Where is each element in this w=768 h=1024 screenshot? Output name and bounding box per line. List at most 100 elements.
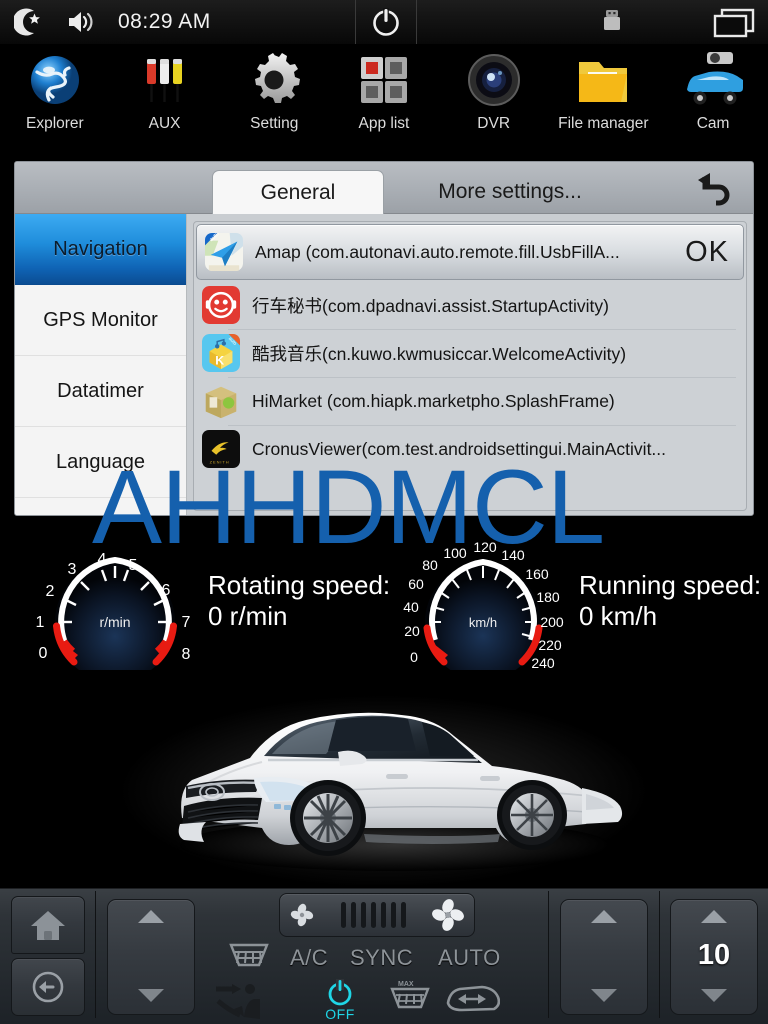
fan-large-icon — [432, 899, 464, 931]
amap-icon: auto — [205, 233, 243, 271]
climate-control-bar: A/C SYNC AUTO MAX OFF 10 — [0, 885, 768, 1024]
svg-text:160: 160 — [525, 566, 549, 582]
svg-text:240: 240 — [531, 655, 555, 670]
rpm-readout: Rotating speed: 0 r/min — [208, 522, 390, 631]
volume-icon[interactable] — [66, 8, 96, 36]
power-icon — [373, 8, 399, 36]
fan-tick — [370, 902, 376, 928]
kuwo-icon: K auto — [202, 334, 240, 372]
back-arrow-icon — [698, 173, 730, 206]
mid-rocker[interactable] — [560, 898, 648, 1015]
list-item[interactable]: 行车秘书(com.dpadnavi.assist.StartupActivity… — [194, 281, 746, 329]
app-shortcut-setting[interactable]: Setting — [220, 44, 328, 133]
gauge-area: 0 1 2 3 4 5 6 7 8 r/min Rotating speed: … — [0, 516, 768, 681]
power-button[interactable] — [355, 0, 417, 44]
sidebar-item-label: Navigation — [53, 237, 148, 260]
front-defrost-max-icon[interactable]: MAX — [388, 977, 434, 1018]
sidebar-item-label: Language — [56, 450, 145, 473]
sidebar-item-datatimer[interactable]: Datatimer — [15, 356, 186, 427]
temp-up-icon[interactable] — [138, 909, 164, 923]
back-button[interactable] — [10, 957, 85, 1016]
speed-dial: 0 20 40 60 80 100 120 140 160 180 200 22… — [403, 539, 564, 670]
clock-time: 08:29 AM — [118, 10, 211, 33]
svg-text:120: 120 — [473, 539, 497, 555]
sidebar-item-label: Datatimer — [57, 379, 144, 402]
list-item[interactable]: ZENITH CronusViewer(com.test.androidsett… — [194, 425, 746, 473]
svg-text:4: 4 — [98, 551, 107, 568]
svg-text:100: 100 — [443, 545, 467, 561]
list-item[interactable]: HiMarket (com.hiapk.marketpho.SplashFram… — [194, 377, 746, 425]
app-shortcut-cam[interactable]: Cam — [659, 44, 767, 133]
auto-button[interactable]: AUTO — [438, 945, 501, 971]
fan-tick — [390, 902, 396, 928]
himarket-icon — [205, 386, 237, 419]
recirculation-icon[interactable] — [444, 981, 501, 1020]
tab-general[interactable]: General — [212, 170, 384, 215]
sidebar-item-gps-monitor[interactable]: GPS Monitor — [15, 285, 186, 356]
app-shortcut-dvr[interactable]: DVR — [440, 44, 548, 133]
fan-tick — [340, 902, 346, 928]
list-item-label: Amap (com.autonavi.auto.remote.fill.UsbF… — [255, 241, 620, 262]
left-temp-rocker[interactable] — [107, 898, 195, 1015]
app-shortcut-app-list[interactable]: App list — [330, 44, 438, 133]
speed-value: 0 km/h — [579, 600, 658, 631]
svg-text:80: 80 — [422, 557, 438, 573]
sync-button[interactable]: SYNC — [350, 945, 413, 971]
fan-speed-slider[interactable] — [279, 893, 475, 937]
app-shortcut-explorer[interactable]: Explorer — [1, 44, 109, 133]
list-item-label: CronusViewer(com.test.androidsettingui.M… — [252, 438, 667, 459]
nav-key-group — [0, 885, 95, 1024]
svg-text:220: 220 — [538, 637, 562, 653]
windows-stack-icon[interactable] — [712, 8, 756, 38]
camera-lens-icon — [467, 54, 520, 106]
mid-rocker-cell — [549, 885, 659, 1024]
app-shortcut-file-manager[interactable]: File manager — [549, 44, 657, 133]
rpm-label: Rotating speed: — [208, 570, 391, 600]
svg-text:MAX: MAX — [398, 981, 414, 988]
mid-up-icon[interactable] — [591, 909, 617, 923]
back-circle-icon — [32, 971, 63, 1002]
ac-button[interactable]: A/C — [290, 945, 328, 971]
fan-level-ticks[interactable] — [340, 902, 406, 928]
speed-gauge: 0 20 40 60 80 100 120 140 160 180 200 22… — [400, 522, 761, 670]
sidebar-item-language[interactable]: Language — [15, 427, 186, 498]
app-shortcut-label: Cam — [696, 115, 730, 132]
volume-down-icon[interactable] — [701, 988, 727, 1002]
svg-text:1: 1 — [36, 614, 45, 631]
volume-up-icon[interactable] — [701, 909, 727, 923]
mid-down-icon[interactable] — [591, 988, 617, 1002]
app-shortcut-label: App list — [358, 115, 410, 132]
rear-defrost-icon[interactable] — [228, 941, 270, 976]
home-button[interactable] — [10, 895, 85, 954]
status-bar: 08:29 AM — [0, 0, 768, 44]
settings-dialog: General More settings... Navigation GPS … — [14, 161, 754, 516]
app-shortcut-aux[interactable]: AUX — [111, 44, 219, 133]
rpm-gauge: 0 1 2 3 4 5 6 7 8 r/min Rotating speed: … — [26, 522, 390, 670]
list-item[interactable]: K auto 酷我音乐(cn.kuwo.kwmusiccar.WelcomeAc… — [194, 329, 746, 377]
home-icon — [30, 910, 65, 940]
svg-text:K: K — [215, 353, 224, 367]
tab-general-label: General — [260, 181, 336, 204]
ok-button[interactable]: OK — [677, 236, 735, 269]
svg-text:0: 0 — [39, 645, 48, 662]
fan-tick — [380, 902, 386, 928]
moon-star-icon — [14, 7, 44, 37]
fan-small-icon — [290, 903, 314, 927]
airflow-seat-icon[interactable] — [214, 981, 270, 1024]
rpm-value: 0 r/min — [208, 600, 288, 631]
right-temp-rocker-cell: 10 — [660, 885, 768, 1024]
sidebar-item-navigation[interactable]: Navigation — [15, 214, 186, 285]
list-item-label: HiMarket (com.hiapk.marketpho.SplashFram… — [252, 390, 615, 411]
list-item[interactable]: auto Amap (com.autonavi.auto.remote.fill… — [196, 224, 744, 280]
app-list[interactable]: auto Amap (com.autonavi.auto.remote.fill… — [193, 221, 747, 511]
climate-power-button[interactable]: OFF — [316, 977, 364, 1022]
tab-more-settings[interactable]: More settings... — [395, 170, 625, 214]
svg-text:8: 8 — [182, 646, 191, 663]
svg-text:20: 20 — [404, 623, 420, 639]
temp-down-icon[interactable] — [138, 988, 164, 1002]
speed-readout: Running speed: 0 km/h — [579, 522, 761, 631]
right-temp-rocker[interactable]: 10 — [670, 898, 758, 1015]
svg-text:3: 3 — [68, 561, 77, 578]
svg-text:5: 5 — [129, 557, 138, 574]
back-arrow-button[interactable] — [691, 168, 737, 210]
